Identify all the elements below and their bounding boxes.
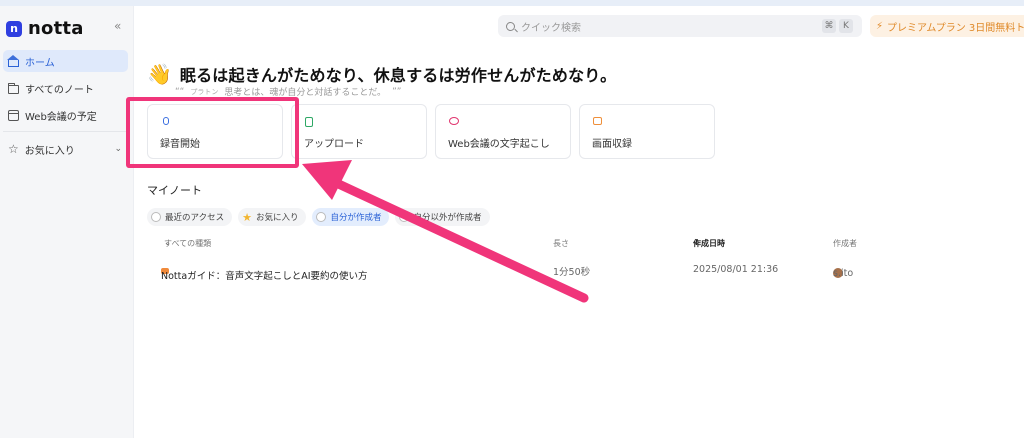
search-icon	[506, 21, 515, 31]
filter-label: お気に入り	[255, 213, 299, 223]
star-icon: ☆	[8, 141, 19, 156]
home-icon	[7, 54, 19, 67]
premium-label: プレミアムプラン 3日間無料トライアル	[887, 22, 1024, 34]
filter-label: 自分が作成者	[330, 213, 382, 223]
microphone-icon	[163, 117, 169, 125]
sidebar-item-label: ホーム	[25, 57, 55, 69]
column-label: すべての種類	[164, 239, 212, 248]
collapse-sidebar-icon[interactable]: «	[114, 19, 121, 33]
quick-search-input[interactable]: クイック検索 ⌘ K	[498, 15, 862, 37]
chevron-down-icon[interactable]: ⌄	[114, 144, 122, 154]
my-notes-title: マイノート	[147, 184, 202, 197]
screen-record-icon	[593, 117, 602, 125]
sidebar-item-label: お気に入り	[24, 145, 75, 157]
page-title: 眠るは起きんがためなり、休息するは労作せんがためなり。	[179, 66, 617, 85]
chevron-down-icon: ⌄	[164, 238, 171, 247]
sidebar-item-favorites[interactable]: ☆ お気に入り ⌄	[3, 138, 128, 160]
command-key-badge: ⌘	[822, 19, 836, 33]
logo-text: notta	[28, 18, 84, 39]
note-title: Nottaガイド：音声文字起こしとAI要約の使い方	[161, 271, 368, 282]
filter-recent[interactable]: 最近のアクセス	[147, 208, 233, 226]
start-recording-card[interactable]: 録音開始	[147, 104, 283, 159]
sidebar-item-meeting-schedule[interactable]: Web会議の予定	[3, 104, 128, 126]
close-quote-icon: ””	[392, 86, 402, 97]
sort-down-arrow-icon: ↓	[693, 238, 700, 247]
web-meeting-transcribe-card[interactable]: Web会議の文字起こし	[435, 104, 571, 159]
table-row[interactable]: Nottaガイド：音声文字起こしとAI要約の使い方 1分50秒 2025/08/…	[147, 260, 1024, 282]
filter-created-by-others[interactable]: 自分以外が作成者	[395, 208, 490, 226]
sidebar-item-home[interactable]: ホーム	[3, 50, 128, 72]
filter-label: 最近のアクセス	[165, 213, 225, 223]
notta-logo-icon: n	[6, 20, 22, 37]
greeting: 👋 眠るは起きんがためなり、休息するは労作せんがためなり。	[147, 62, 616, 86]
column-creator[interactable]: 作成者	[833, 238, 857, 249]
note-length: 1分50秒	[553, 267, 591, 278]
folder-icon	[8, 82, 19, 94]
note-filters: 最近のアクセス ★ お気に入り 自分が作成者 自分以外が作成者	[147, 208, 490, 226]
filter-label: 自分以外が作成者	[413, 213, 482, 223]
sidebar-divider	[3, 131, 128, 132]
user-icon	[399, 212, 410, 222]
column-length[interactable]: 長さ	[553, 238, 569, 249]
sidebar-item-label: Web会議の予定	[25, 111, 97, 123]
search-placeholder: クイック検索	[521, 22, 581, 34]
quote-author: プラトン	[190, 87, 219, 96]
premium-trial-button[interactable]: ⚡ プレミアムプラン 3日間無料トライアル	[870, 15, 1024, 37]
quote-text: 思考とは、魂が自分と対話することだ。	[224, 88, 387, 98]
upload-card[interactable]: アップロード	[291, 104, 427, 159]
filter-favorites[interactable]: ★ お気に入り	[238, 208, 307, 226]
open-quote-icon: ““	[175, 86, 185, 97]
clock-icon	[151, 212, 161, 222]
sidebar-item-label: すべてのノート	[25, 84, 94, 96]
card-label: アップロード	[304, 139, 364, 150]
screen-record-card[interactable]: 画面収録	[579, 104, 715, 159]
sidebar-nav: ホーム すべてのノート Web会議の予定 ☆ お気に入り ⌄	[3, 50, 128, 165]
notes-table-header: すべての種類 ⌄ 長さ 作成日時 ↓ 作成者	[0, 238, 1024, 250]
upload-icon	[305, 117, 313, 127]
card-label: 画面収録	[592, 139, 632, 150]
app-logo[interactable]: n notta	[6, 18, 84, 39]
sidebar-item-all-notes[interactable]: すべてのノート	[3, 77, 128, 99]
web-meeting-icon	[449, 117, 459, 125]
note-created: 2025/08/01 21:36	[693, 264, 779, 275]
daily-quote: ““ プラトン 思考とは、魂が自分と対話することだ。 ””	[175, 85, 402, 99]
arrow-head	[302, 160, 352, 200]
star-icon: ★	[242, 210, 252, 224]
headphones-icon	[316, 212, 327, 222]
note-creator: s.ito	[833, 268, 854, 279]
card-label: Web会議の文字起こし	[448, 139, 550, 150]
k-key-badge: K	[839, 19, 853, 33]
sidebar: n notta « ホーム すべてのノート Web会議の予定 ☆ お気に入り ⌄	[0, 6, 134, 438]
calendar-icon	[8, 109, 19, 121]
browser-top-strip	[0, 0, 1024, 6]
card-label: 録音開始	[160, 139, 200, 150]
waving-hand-icon: 👋	[147, 62, 172, 86]
filter-created-by-me[interactable]: 自分が作成者	[312, 208, 390, 226]
lightning-icon: ⚡	[876, 20, 884, 32]
